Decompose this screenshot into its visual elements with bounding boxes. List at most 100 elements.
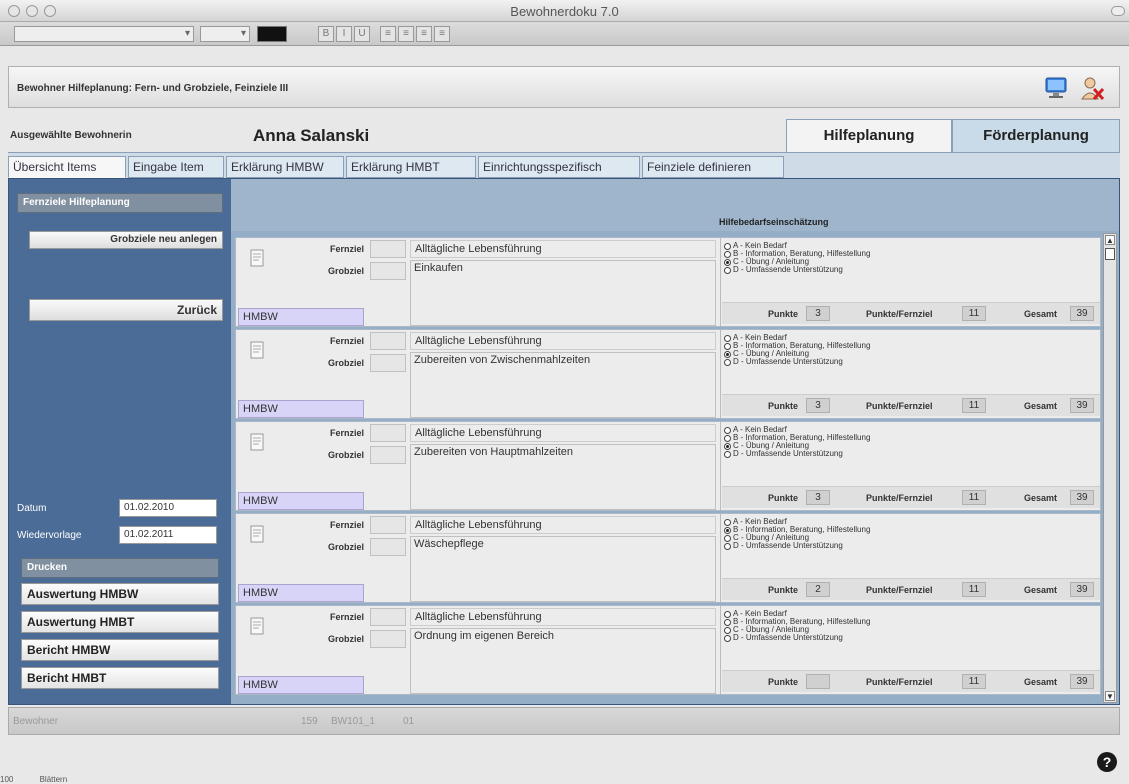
punkte-fernziel-field[interactable]: 11	[962, 398, 986, 413]
radio-icon[interactable]	[724, 242, 731, 250]
fernziel-code-field[interactable]	[370, 332, 406, 350]
assessment-option[interactable]: D - Umfassende Unterstützung	[724, 542, 1094, 550]
tab-foerderplanung[interactable]: Förderplanung	[952, 119, 1120, 153]
hmb-code-field[interactable]: HMBW	[238, 400, 364, 418]
punkte-field[interactable]: 3	[806, 306, 830, 321]
radio-icon[interactable]	[724, 634, 731, 642]
document-icon[interactable]	[248, 340, 266, 360]
gesamt-field[interactable]: 39	[1070, 306, 1094, 321]
radio-icon[interactable]	[724, 334, 731, 342]
list-scrollbar[interactable]: ▲ ▼	[1103, 233, 1117, 703]
punkte-fernziel-field[interactable]: 11	[962, 490, 986, 505]
user-logout-icon[interactable]	[1079, 75, 1105, 101]
radio-icon[interactable]	[724, 342, 731, 350]
align-left-button[interactable]: ≡	[380, 26, 396, 42]
punkte-field[interactable]	[806, 674, 830, 689]
auswertung-hmbw-button[interactable]: Auswertung HMBW	[21, 583, 219, 605]
grobziel-code-field[interactable]	[370, 630, 406, 648]
grobziel-field[interactable]: Wäschepflege	[410, 536, 716, 554]
radio-icon[interactable]	[724, 434, 731, 442]
punkte-field[interactable]: 3	[806, 490, 830, 505]
grobziel-code-field[interactable]	[370, 446, 406, 464]
back-button[interactable]: Zurück	[29, 299, 223, 321]
scroll-up-arrow[interactable]: ▲	[1105, 235, 1115, 245]
punkte-fernziel-field[interactable]: 11	[962, 674, 986, 689]
tab-erklaerung-hmbw[interactable]: Erklärung HMBW	[226, 156, 344, 178]
assessment-option[interactable]: D - Umfassende Unterstützung	[724, 634, 1094, 642]
fernziel-code-field[interactable]	[370, 608, 406, 626]
bericht-hmbw-button[interactable]: Bericht HMBW	[21, 639, 219, 661]
fernziel-field[interactable]: Alltägliche Lebensführung	[410, 608, 716, 626]
punkte-field[interactable]: 3	[806, 398, 830, 413]
fernziel-code-field[interactable]	[370, 424, 406, 442]
gesamt-field[interactable]: 39	[1070, 490, 1094, 505]
size-select[interactable]: ▾	[200, 26, 250, 42]
scroll-thumb[interactable]	[1105, 248, 1115, 260]
tab-feinziele-definieren[interactable]: Feinziele definieren	[642, 156, 784, 178]
grobziel-code-field[interactable]	[370, 354, 406, 372]
grobziel-field[interactable]: Einkaufen	[410, 260, 716, 278]
color-swatch[interactable]	[257, 26, 287, 42]
scroll-down-arrow[interactable]: ▼	[1105, 691, 1115, 701]
monitor-icon[interactable]	[1043, 75, 1069, 101]
hmb-code-field[interactable]: HMBW	[238, 584, 364, 602]
assessment-option[interactable]: D - Umfassende Unterstützung	[724, 358, 1094, 366]
tab-eingabe-item[interactable]: Eingabe Item	[128, 156, 224, 178]
punkte-field[interactable]: 2	[806, 582, 830, 597]
zoom-level[interactable]: 100	[0, 775, 13, 784]
fernziel-field[interactable]: Alltägliche Lebensführung	[410, 424, 716, 442]
font-select[interactable]: ▾	[14, 26, 194, 42]
punkte-fernziel-field[interactable]: 11	[962, 306, 986, 321]
fernziel-field[interactable]: Alltägliche Lebensführung	[410, 332, 716, 350]
tab-einrichtungsspezifisch[interactable]: Einrichtungsspezifisch	[478, 156, 640, 178]
fernziel-code-field[interactable]	[370, 240, 406, 258]
fernziel-code-field[interactable]	[370, 516, 406, 534]
align-justify-button[interactable]: ≡	[434, 26, 450, 42]
toolbar-toggle-button[interactable]	[1111, 6, 1125, 16]
radio-icon[interactable]	[724, 442, 731, 450]
radio-icon[interactable]	[724, 526, 731, 534]
radio-icon[interactable]	[724, 542, 731, 550]
gesamt-field[interactable]: 39	[1070, 582, 1094, 597]
followup-date-field[interactable]: 01.02.2011	[119, 526, 217, 544]
bold-button[interactable]: B	[318, 26, 334, 42]
document-icon[interactable]	[248, 432, 266, 452]
gesamt-field[interactable]: 39	[1070, 674, 1094, 689]
hmb-code-field[interactable]: HMBW	[238, 492, 364, 510]
hmb-code-field[interactable]: HMBW	[238, 676, 364, 694]
assessment-option[interactable]: D - Umfassende Unterstützung	[724, 450, 1094, 458]
help-icon[interactable]: ?	[1097, 752, 1117, 772]
radio-icon[interactable]	[724, 250, 731, 258]
view-mode[interactable]: Blättern	[40, 775, 68, 784]
document-icon[interactable]	[248, 248, 266, 268]
tab-hilfeplanung[interactable]: Hilfeplanung	[786, 119, 952, 153]
fernziel-field[interactable]: Alltägliche Lebensführung	[410, 240, 716, 258]
tab-erklaerung-hmbt[interactable]: Erklärung HMBT	[346, 156, 476, 178]
document-icon[interactable]	[248, 616, 266, 636]
radio-icon[interactable]	[724, 610, 731, 618]
hmb-code-field[interactable]: HMBW	[238, 308, 364, 326]
assessment-option[interactable]: D - Umfassende Unterstützung	[724, 266, 1094, 274]
radio-icon[interactable]	[724, 450, 731, 458]
italic-button[interactable]: I	[336, 26, 352, 42]
align-right-button[interactable]: ≡	[416, 26, 432, 42]
radio-icon[interactable]	[724, 258, 731, 266]
auswertung-hmbt-button[interactable]: Auswertung HMBT	[21, 611, 219, 633]
gesamt-field[interactable]: 39	[1070, 398, 1094, 413]
radio-icon[interactable]	[724, 358, 731, 366]
grobziel-code-field[interactable]	[370, 262, 406, 280]
bericht-hmbt-button[interactable]: Bericht HMBT	[21, 667, 219, 689]
radio-icon[interactable]	[724, 426, 731, 434]
tab-uebersicht-items[interactable]: Übersicht Items	[8, 156, 126, 178]
radio-icon[interactable]	[724, 266, 731, 274]
grobziel-code-field[interactable]	[370, 538, 406, 556]
punkte-fernziel-field[interactable]: 11	[962, 582, 986, 597]
date-field[interactable]: 01.02.2010	[119, 499, 217, 517]
radio-icon[interactable]	[724, 618, 731, 626]
document-icon[interactable]	[248, 524, 266, 544]
radio-icon[interactable]	[724, 626, 731, 634]
grobziel-field[interactable]: Zubereiten von Zwischenmahlzeiten	[410, 352, 716, 370]
radio-icon[interactable]	[724, 534, 731, 542]
align-center-button[interactable]: ≡	[398, 26, 414, 42]
radio-icon[interactable]	[724, 518, 731, 526]
